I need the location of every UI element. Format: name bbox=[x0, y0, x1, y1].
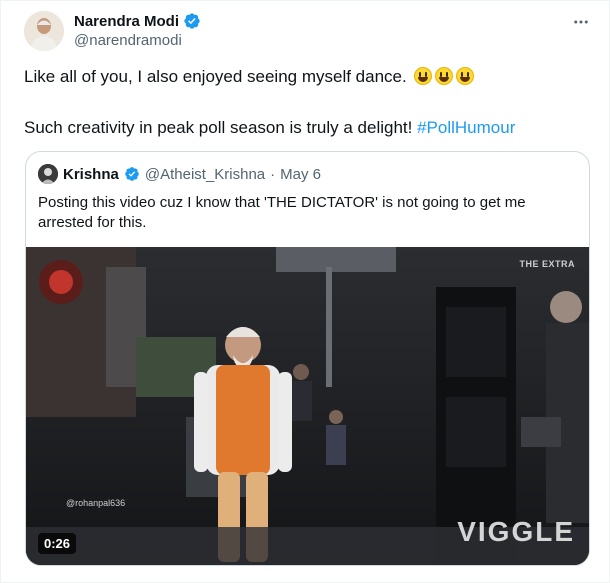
dot-separator: · bbox=[270, 165, 276, 183]
quoted-author-name[interactable]: Krishna bbox=[63, 166, 119, 183]
verified-badge-icon bbox=[184, 13, 200, 29]
more-dots-icon[interactable] bbox=[570, 11, 592, 33]
grinning-face-icon bbox=[414, 67, 433, 85]
video-watermark: VIGGLE bbox=[457, 516, 575, 547]
quoted-tweet-text: Posting this video cuz I know that 'THE … bbox=[38, 194, 526, 231]
quoted-date[interactable]: May 6 bbox=[280, 166, 321, 183]
hashtag-link[interactable]: #PollHumour bbox=[417, 118, 515, 137]
video-duration: 0:26 bbox=[38, 533, 77, 554]
video-corner-logo: THE EXTRA bbox=[519, 259, 575, 269]
verified-badge-icon bbox=[125, 167, 139, 181]
tweet-text-line1: Like all of you, I also enjoyed seeing m… bbox=[24, 66, 475, 88]
grinning-face-icon bbox=[435, 67, 454, 85]
quoted-tweet-header: Krishna @Atheist_Krishna · May 6 bbox=[38, 164, 321, 184]
video-player[interactable]: THE EXTRA @rohanpal636 VIGGLE 0:26 bbox=[26, 247, 589, 565]
tweet-text-line2: Such creativity in peak poll season is t… bbox=[24, 118, 516, 137]
tweet-card: Narendra Modi @narendramodi Like all of … bbox=[0, 0, 610, 583]
quoted-tweet[interactable]: Krishna @Atheist_Krishna · May 6 Posting… bbox=[25, 151, 590, 566]
grinning-face-icon bbox=[456, 67, 475, 85]
author-name[interactable]: Narendra Modi bbox=[74, 12, 201, 30]
author-handle[interactable]: @narendramodi bbox=[74, 32, 182, 49]
quoted-author-handle[interactable]: @Atheist_Krishna bbox=[145, 166, 265, 183]
author-avatar[interactable] bbox=[24, 11, 64, 51]
video-credit: @rohanpal636 bbox=[66, 498, 126, 508]
quoted-author-avatar[interactable] bbox=[38, 164, 58, 184]
